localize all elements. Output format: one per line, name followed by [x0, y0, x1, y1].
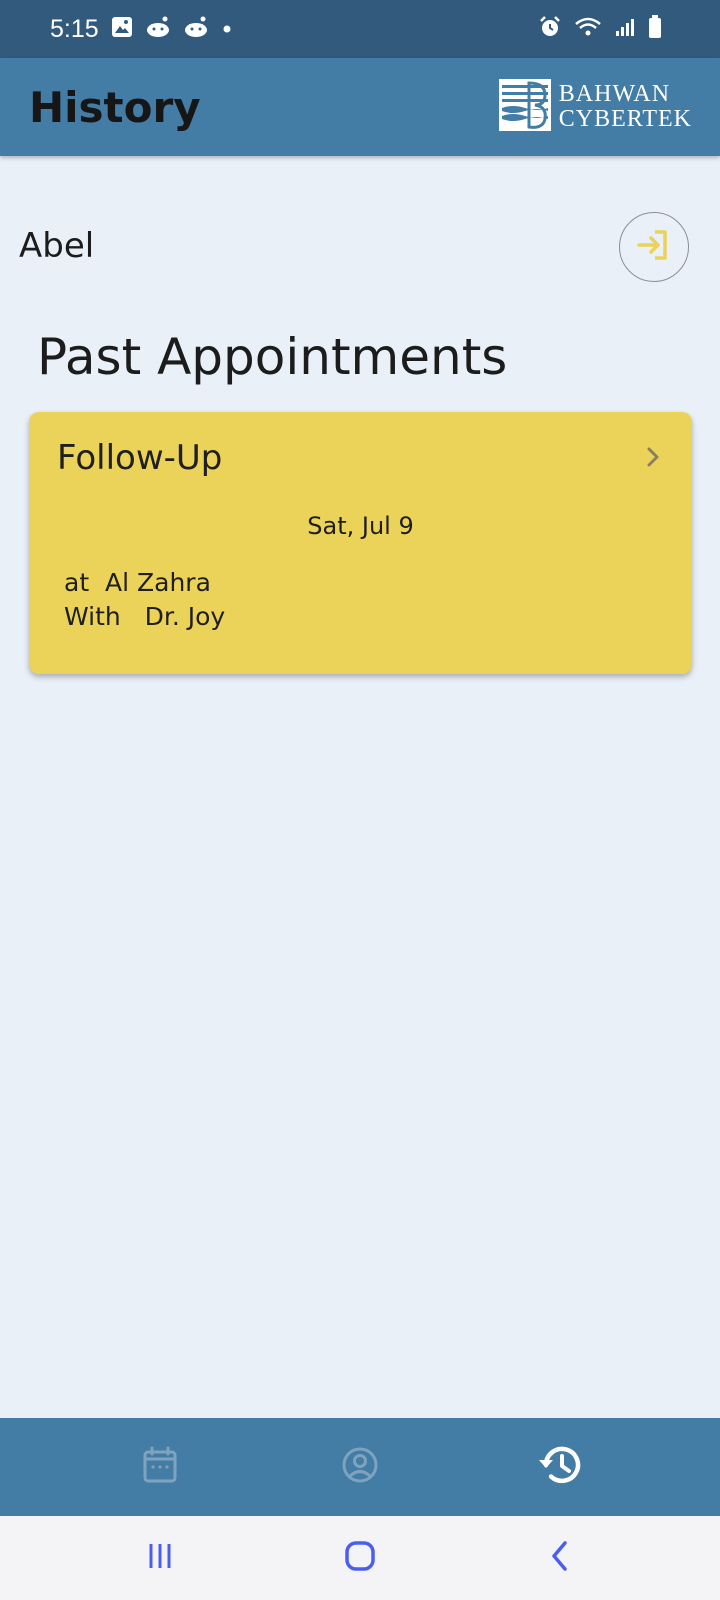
appointment-date: Sat, Jul 9 — [307, 512, 414, 540]
image-icon — [111, 16, 133, 42]
app-bar: History Bahwan CyberTek — [0, 58, 720, 156]
alarm-icon — [538, 15, 562, 43]
user-name: Abel — [19, 226, 95, 266]
appointment-location: at Al Zahra — [64, 568, 211, 597]
calendar-icon — [142, 1446, 178, 1488]
appointment-title: Follow-Up — [57, 438, 223, 478]
logout-button[interactable] — [619, 212, 689, 282]
page-title: History — [29, 82, 201, 132]
signal-icon — [614, 16, 636, 42]
nav-history[interactable] — [515, 1432, 605, 1502]
appointment-doctor: With Dr. Joy — [64, 602, 226, 631]
history-icon — [537, 1443, 583, 1491]
system-nav — [0, 1516, 720, 1600]
nav-profile[interactable] — [315, 1432, 405, 1502]
home-icon — [344, 1540, 376, 1576]
chevron-right-icon[interactable] — [646, 446, 660, 472]
recents-button[interactable] — [120, 1528, 200, 1588]
brand-logo: Bahwan CyberTek — [498, 79, 692, 135]
bottom-nav — [0, 1418, 720, 1516]
back-icon — [549, 1540, 571, 1576]
logout-icon — [635, 226, 673, 268]
home-button[interactable] — [320, 1528, 400, 1588]
recents-icon — [146, 1542, 174, 1574]
dot-icon — [221, 20, 233, 39]
nav-appointments[interactable] — [115, 1432, 205, 1502]
status-time: 5:15 — [50, 14, 99, 43]
reddit-icon — [145, 16, 171, 42]
reddit-icon — [183, 16, 209, 42]
wifi-icon — [574, 16, 602, 42]
status-left: 5:15 — [50, 15, 233, 44]
brand-line-2: CyberTek — [558, 106, 692, 132]
status-right — [538, 15, 662, 43]
section-title: Past Appointments — [37, 328, 508, 386]
bahwan-logo-icon — [498, 79, 551, 135]
profile-icon — [341, 1446, 379, 1488]
status-bar: 5:15 — [0, 0, 720, 58]
appointment-card[interactable]: Follow-Up Sat, Jul 9 at Al Zahra With Dr… — [29, 412, 692, 674]
brand-line-1: Bahwan — [558, 81, 671, 107]
brand-name: Bahwan CyberTek — [559, 82, 692, 132]
battery-icon — [648, 15, 662, 43]
back-button[interactable] — [520, 1528, 600, 1588]
